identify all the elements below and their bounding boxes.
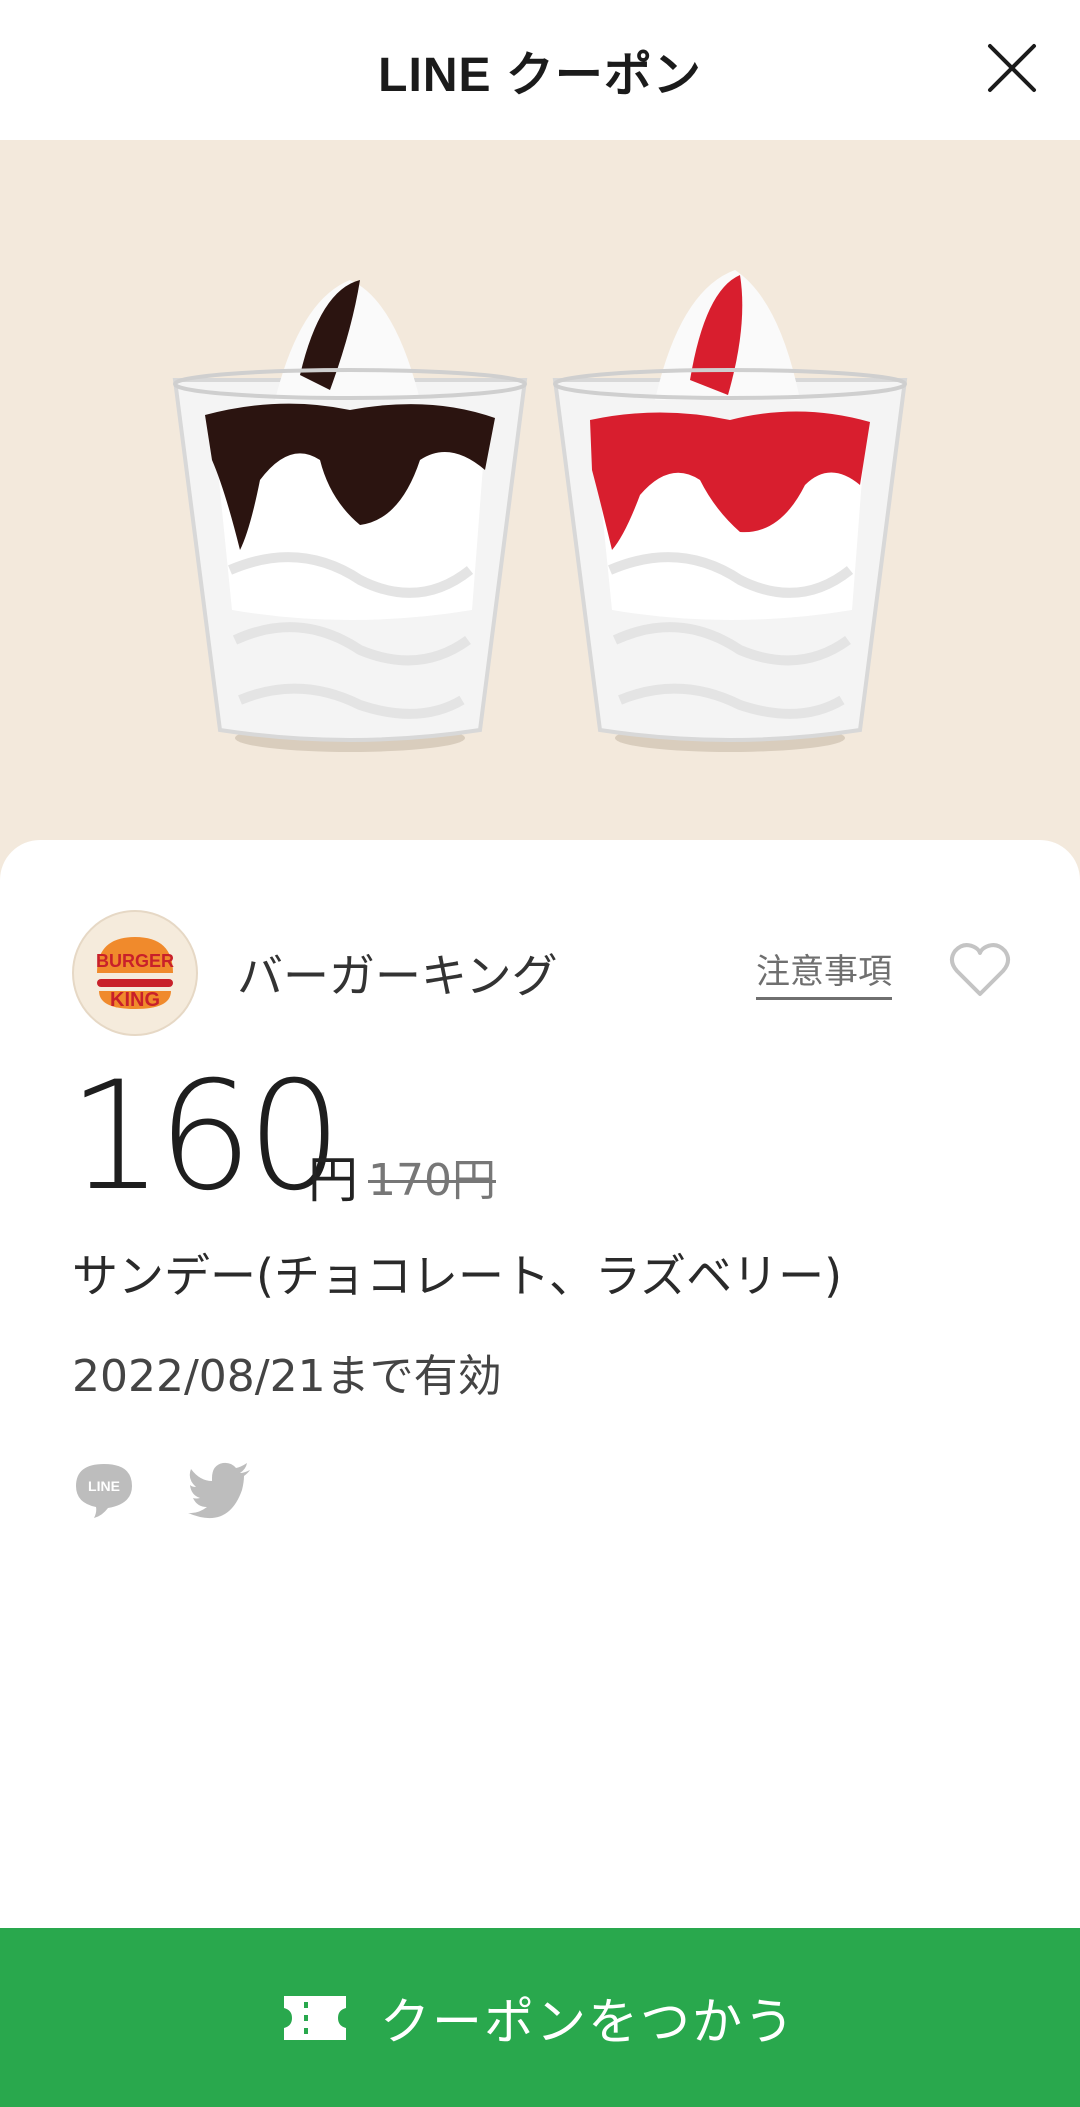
notes-link[interactable]: 注意事項 (756, 944, 892, 1000)
share-row: LINE (72, 1460, 372, 1524)
svg-text:LINE: LINE (88, 1478, 120, 1494)
price-unit: 円 (308, 1151, 358, 1209)
use-coupon-button[interactable]: クーポンをつかう (0, 1928, 1080, 2107)
heart-icon[interactable] (948, 940, 1012, 1000)
use-coupon-content: クーポンをつかう (284, 1982, 796, 2054)
ticket-icon (284, 1995, 346, 2040)
brand-logo: BURGER KING (72, 910, 198, 1036)
chocolate-sundae-image (172, 280, 528, 752)
raspberry-sundae-image (552, 270, 908, 752)
product-image (0, 140, 1080, 900)
page-title: LINE クーポン (378, 49, 702, 102)
product-name: サンデー(チョコレート、ラズベリー) (72, 1249, 843, 1303)
svg-text:BURGER: BURGER (96, 951, 174, 971)
current-price: 160 (68, 1050, 342, 1224)
use-coupon-label: クーポンをつかう (380, 1992, 796, 2051)
app-header: LINE クーポン (0, 0, 1080, 140)
coupon-card: BURGER KING バーガーキング 注意事項 160 円 170円 サンデー… (0, 840, 1080, 1930)
line-icon[interactable]: LINE (72, 1460, 136, 1520)
brand-row: BURGER KING バーガーキング 注意事項 (72, 910, 1012, 1036)
validity-date: 2022/08/21まで有効 (72, 1351, 502, 1402)
close-icon[interactable] (986, 42, 1038, 94)
brand-name: バーガーキング (237, 949, 558, 1003)
original-price: 170円 (368, 1155, 496, 1206)
price-row: 160 円 170円 (68, 1062, 968, 1212)
svg-text:KING: KING (110, 989, 160, 1011)
twitter-icon[interactable] (188, 1460, 254, 1520)
